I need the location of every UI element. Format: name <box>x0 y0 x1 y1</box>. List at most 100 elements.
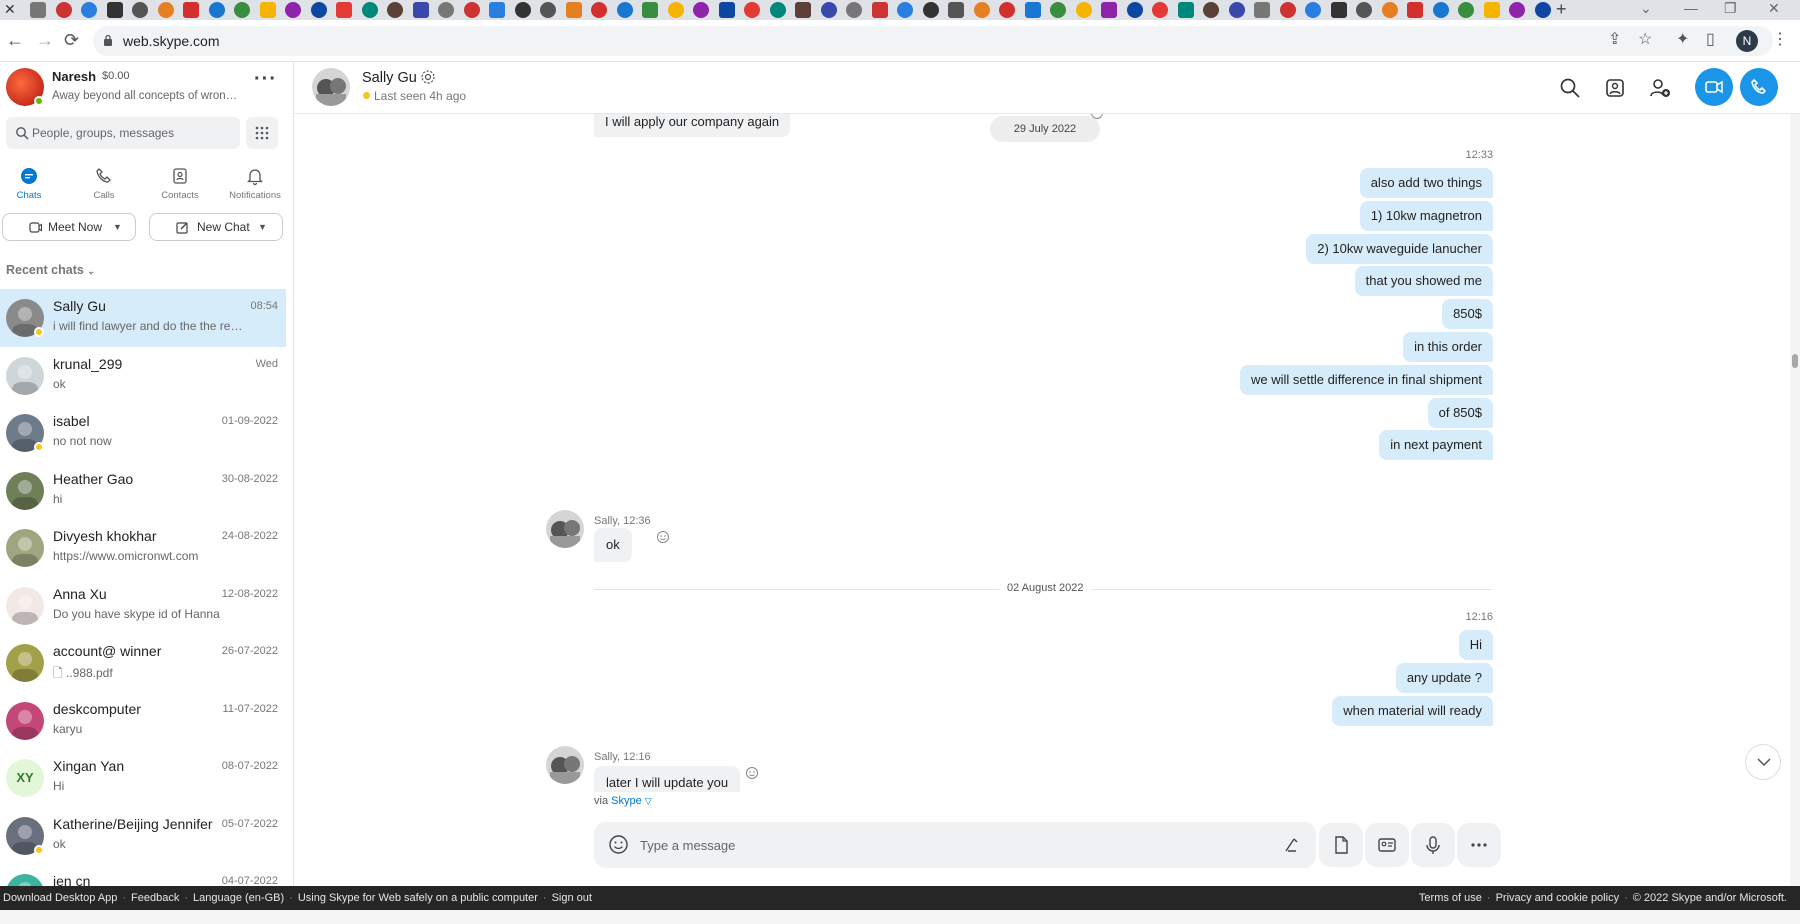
search-input[interactable] <box>32 123 232 143</box>
contact-name[interactable]: Sally Gu <box>362 70 417 86</box>
extensions-icon[interactable]: ✦ <box>1676 30 1689 50</box>
skype-credit-balance[interactable]: $0.00 <box>102 70 130 82</box>
pinned-tab-favicon[interactable] <box>336 2 352 18</box>
footer-link[interactable]: Feedback <box>131 892 179 904</box>
pinned-tab-favicon[interactable] <box>540 2 556 18</box>
pinned-tab-favicon[interactable] <box>1305 2 1321 18</box>
pinned-tab-favicon[interactable] <box>973 2 990 18</box>
pinned-tab-favicon[interactable] <box>693 2 709 18</box>
pinned-tab-favicon[interactable] <box>769 2 786 18</box>
close-tab-icon[interactable]: ✕ <box>4 0 16 18</box>
pinned-tab-favicon[interactable] <box>438 2 454 18</box>
tab-contacts[interactable]: Contacts <box>144 166 216 212</box>
outgoing-message[interactable]: also add two things <box>1359 168 1493 198</box>
pinned-tab-favicon[interactable] <box>820 2 837 18</box>
footer-link[interactable]: Terms of use <box>1419 892 1482 904</box>
pinned-tab-favicon[interactable] <box>1228 2 1245 18</box>
share-icon[interactable]: ⇪ <box>1608 30 1621 50</box>
incoming-message[interactable]: ok <box>594 528 632 562</box>
outgoing-message[interactable]: Hi <box>1458 630 1493 660</box>
pinned-tab-favicon[interactable] <box>897 2 913 18</box>
browser-menu-icon[interactable]: ⋮ <box>1772 30 1788 50</box>
outgoing-message[interactable]: when material will ready <box>1332 695 1493 726</box>
pinned-tab-favicon[interactable] <box>132 2 148 18</box>
pinned-tab-favicon[interactable] <box>412 2 429 18</box>
outgoing-message[interactable]: 2) 10kw waveguide lanucher <box>1306 233 1493 264</box>
footer-link[interactable]: Using Skype for Web safely on a public c… <box>298 892 538 904</box>
scroll-to-bottom-button[interactable] <box>1745 744 1781 780</box>
chat-list-item[interactable]: Sally Gu 08:54 i will find lawyer and do t… <box>0 289 286 347</box>
recent-chats-header[interactable]: Recent chats ⌄ <box>6 263 95 277</box>
outgoing-message[interactable]: 850$ <box>1442 299 1493 330</box>
via-skype-link[interactable]: Skype <box>611 795 642 807</box>
more-composer-options-button[interactable] <box>1457 823 1501 867</box>
pinned-tab-favicon[interactable] <box>81 2 97 18</box>
incoming-message[interactable]: later I will update you <box>594 766 741 792</box>
send-file-button[interactable] <box>1319 823 1363 867</box>
contact-avatar[interactable] <box>312 68 350 106</box>
outgoing-message[interactable]: any update ? <box>1395 662 1493 693</box>
pinned-tab-favicon[interactable] <box>387 2 403 18</box>
back-icon[interactable]: ← <box>6 30 24 50</box>
pinned-tab-favicon[interactable] <box>1024 2 1041 18</box>
add-people-icon[interactable] <box>1648 76 1672 100</box>
reaction-icon[interactable] <box>745 766 759 780</box>
pinned-tab-favicon[interactable] <box>922 2 939 18</box>
pinned-tab-favicon[interactable] <box>999 2 1015 18</box>
pinned-tab-favicon[interactable] <box>361 2 378 18</box>
audio-call-button[interactable] <box>1740 68 1778 106</box>
pinned-tab-favicon[interactable] <box>30 2 46 18</box>
video-call-button[interactable] <box>1695 68 1733 106</box>
more-options-icon[interactable]: ··· <box>254 68 277 91</box>
pinned-tab-favicon[interactable] <box>1050 2 1066 18</box>
chat-list-item[interactable]: Divyesh khokhar 24-08-2022 https://www.omi… <box>0 519 286 577</box>
footer-link[interactable]: Privacy and cookie policy <box>1496 892 1620 904</box>
pinned-tab-favicon[interactable] <box>846 2 862 18</box>
pinned-tab-favicon[interactable] <box>1509 2 1525 18</box>
minimize-icon[interactable]: — <box>1684 0 1698 16</box>
pinned-tab-favicon[interactable] <box>1432 2 1449 18</box>
send-contact-button[interactable] <box>1365 823 1409 867</box>
pinned-tab-favicon[interactable] <box>208 2 225 18</box>
pinned-tab-favicon[interactable] <box>948 2 964 18</box>
text-format-icon[interactable] <box>1282 835 1302 855</box>
tab-search-icon[interactable]: ⌄ <box>1640 0 1652 16</box>
profile-avatar[interactable]: N <box>1736 30 1758 52</box>
chat-list-item[interactable]: jen cn 04-07-2022 <box>0 864 286 886</box>
search-box[interactable] <box>6 117 240 149</box>
outgoing-message[interactable]: in next payment <box>1379 430 1493 461</box>
new-tab-button[interactable]: + <box>1556 0 1567 18</box>
pinned-tab-favicon[interactable] <box>1330 2 1347 18</box>
dialpad-button[interactable] <box>246 117 278 149</box>
outgoing-message[interactable]: in this order <box>1403 332 1493 362</box>
pinned-tab-favicon[interactable] <box>1381 2 1398 18</box>
search-icon[interactable] <box>1558 76 1582 100</box>
chat-list-item[interactable]: account@ winner 26-07-2022 🗋 ..988.pdf <box>0 634 286 692</box>
side-panel-icon[interactable]: ▯ <box>1706 30 1715 50</box>
pinned-tab-favicon[interactable] <box>744 2 760 18</box>
outgoing-message[interactable]: 1) 10kw magnetron <box>1359 200 1493 231</box>
emoji-icon[interactable] <box>608 834 629 855</box>
voice-message-button[interactable] <box>1411 823 1455 867</box>
pinned-tab-favicon[interactable] <box>1254 2 1270 18</box>
pinned-tab-favicon[interactable] <box>871 2 888 18</box>
pinned-tab-favicon[interactable] <box>1177 2 1194 18</box>
tab-calls[interactable]: Calls <box>68 166 140 212</box>
tab-notifications[interactable]: Notifications <box>219 166 291 212</box>
chat-list-item[interactable]: krunal_299 Wed ok <box>0 347 286 405</box>
incoming-message[interactable]: I will apply our company again <box>594 114 791 137</box>
pinned-tab-favicon[interactable] <box>616 2 633 18</box>
pinned-tab-favicon[interactable] <box>310 2 327 18</box>
chat-list-item[interactable]: Anna Xu 12-08-2022 Do you have skype id of… <box>0 577 286 635</box>
chat-list-item[interactable]: XY Xingan Yan 08-07-2022 Hi <box>0 749 286 807</box>
bookmark-star-icon[interactable]: ☆ <box>1638 30 1652 50</box>
reload-icon[interactable]: ⟳ <box>64 30 79 50</box>
pinned-tab-favicon[interactable] <box>1203 2 1219 18</box>
outgoing-message[interactable]: that you showed me <box>1354 266 1493 297</box>
pinned-tab-favicon[interactable] <box>591 2 607 18</box>
pinned-tab-favicon[interactable] <box>1407 2 1423 18</box>
chat-list-item[interactable]: deskcomputer 11-07-2022 karyu <box>0 692 286 750</box>
scrollbar[interactable] <box>1790 114 1800 886</box>
meet-now-button[interactable]: Meet Now ▼ <box>2 213 136 241</box>
footer-link[interactable]: Sign out <box>552 892 592 904</box>
